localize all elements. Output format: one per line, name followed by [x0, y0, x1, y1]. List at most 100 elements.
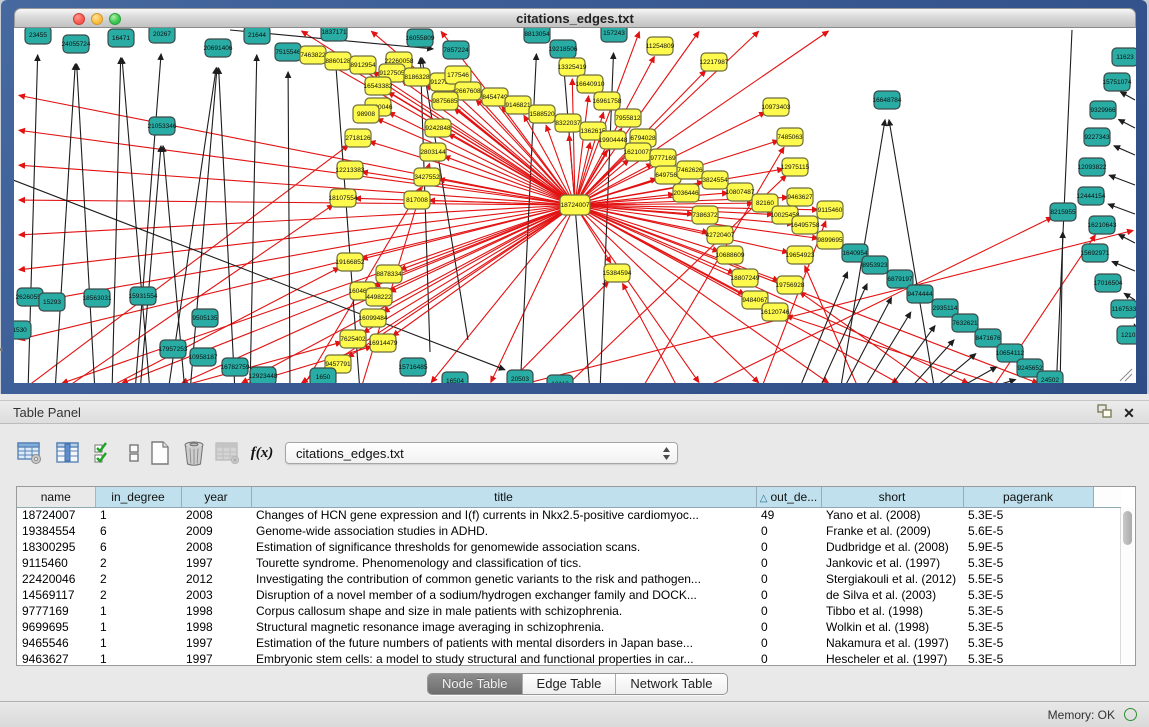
graph-node[interactable]: 3427552	[414, 168, 440, 186]
graph-edge[interactable]	[55, 64, 75, 383]
graph-edge[interactable]	[19, 130, 575, 205]
graph-node[interactable]: 19218506	[549, 40, 578, 58]
graph-edge[interactable]	[907, 340, 954, 383]
table-cell[interactable]: 2012	[181, 571, 251, 587]
graph-node[interactable]: 17016504	[1094, 274, 1123, 292]
panel-collapse-arrow[interactable]: ◂	[0, 344, 3, 355]
checklist-icon[interactable]	[90, 439, 118, 467]
table-selector-dropdown[interactable]: citations_edges.txt	[285, 442, 678, 464]
graph-edge[interactable]	[77, 64, 95, 383]
table-cell[interactable]: 2009	[181, 523, 251, 539]
graph-node[interactable]: 18807249	[731, 269, 760, 287]
table-cell[interactable]: 1997	[181, 651, 251, 667]
graph-edge[interactable]	[889, 120, 935, 383]
graph-node[interactable]: 2036446	[673, 184, 699, 202]
table-cell[interactable]: Stergiakouli et al. (2012)	[821, 571, 963, 587]
graph-node[interactable]: 16640910	[576, 75, 605, 93]
graph-node[interactable]: 12113	[547, 375, 573, 383]
memory-status-indicator[interactable]	[1124, 708, 1137, 721]
table-cell[interactable]: Genome-wide association studies in ADHD.	[251, 523, 756, 539]
table-cell[interactable]: 5.3E-5	[963, 635, 1093, 651]
graph-node[interactable]: 8322037	[555, 114, 581, 132]
graph-node[interactable]: 16543382	[364, 77, 393, 95]
graph-node[interactable]: 12975115	[781, 158, 810, 176]
table-cell[interactable]: Disruption of a novel member of a sodium…	[251, 587, 756, 603]
table-cell[interactable]: Tourette syndrome. Phenomenology and cla…	[251, 555, 756, 571]
graph-edge[interactable]	[19, 205, 575, 340]
table-row[interactable]: 946554611997Estimation of the future num…	[17, 635, 1121, 651]
graph-node[interactable]: 19654923	[786, 246, 815, 264]
column-header-year[interactable]: year	[181, 487, 251, 507]
graph-node[interactable]: 9899695	[817, 231, 843, 249]
table-cell[interactable]: 1997	[181, 635, 251, 651]
column-header-pagerank[interactable]: pagerank	[963, 487, 1093, 507]
tab-network-table[interactable]: Network Table	[616, 674, 726, 694]
graph-node[interactable]: 13325419	[558, 58, 587, 76]
table-scrollbar[interactable]	[1120, 508, 1134, 664]
table-cell[interactable]: Nakamura et al. (1997)	[821, 635, 963, 651]
rows-icon[interactable]	[120, 439, 148, 467]
network-view-canvas[interactable]: 2345524055724164712026720691406216447515…	[14, 28, 1136, 383]
table-cell[interactable]: de Silva et al. (2003)	[821, 587, 963, 603]
graph-node[interactable]: 98908	[353, 105, 379, 123]
table-cell[interactable]: Jankovic et al. (1997)	[821, 555, 963, 571]
graph-node[interactable]: 157243	[601, 28, 627, 42]
graph-node[interactable]: 18724007	[560, 195, 590, 215]
table-cell[interactable]: 49	[756, 507, 821, 523]
table-cell[interactable]: 5.3E-5	[963, 603, 1093, 619]
tab-node-table[interactable]: Node Table	[428, 674, 523, 694]
table-cell[interactable]: 9465546	[17, 635, 95, 651]
graph-edge[interactable]	[500, 282, 609, 383]
graph-node[interactable]: 17957253	[159, 340, 188, 358]
table-cell[interactable]: 22420046	[17, 571, 95, 587]
graph-edge[interactable]	[1119, 120, 1135, 128]
graph-node[interactable]: 16210072	[624, 143, 653, 161]
graph-node[interactable]: 1650	[310, 368, 336, 383]
table-cell[interactable]: Changes of HCN gene expression and I(f) …	[251, 507, 756, 523]
graph-node[interactable]: 20503	[507, 370, 533, 383]
table-cell[interactable]: 0	[756, 635, 821, 651]
graph-node[interactable]: 8860128	[325, 52, 351, 70]
graph-edge[interactable]	[952, 367, 997, 383]
table-cell[interactable]: Yano et al. (2008)	[821, 507, 963, 523]
table-cell[interactable]: 5.6E-5	[963, 523, 1093, 539]
column-header-title[interactable]: title	[251, 487, 756, 507]
graph-node[interactable]: 9875685	[432, 92, 458, 110]
table-row[interactable]: 977716911998Corpus callosum shape and si…	[17, 603, 1121, 619]
graph-node[interactable]: 7485063	[777, 128, 803, 146]
table-cell[interactable]: 5.5E-5	[963, 571, 1093, 587]
table-row[interactable]: 1872400712008Changes of HCN gene express…	[17, 507, 1121, 523]
table-cell[interactable]: 5.3E-5	[963, 507, 1093, 523]
graph-node[interactable]: 11530	[14, 321, 31, 339]
table-cell[interactable]: 5.3E-5	[963, 651, 1093, 667]
table-cell[interactable]: Estimation of the future numbers of pati…	[251, 635, 756, 651]
graph-edge[interactable]	[1120, 92, 1135, 100]
graph-node[interactable]: 16961758	[593, 92, 622, 110]
graph-node[interactable]: 7955812	[615, 109, 641, 127]
graph-node[interactable]: 7463822	[300, 46, 326, 64]
graph-node[interactable]: 21053346	[148, 117, 177, 135]
table-cell[interactable]: 2008	[181, 507, 251, 523]
graph-node[interactable]: 12103	[1117, 326, 1136, 344]
table-row[interactable]: 1456911722003Disruption of a novel membe…	[17, 587, 1121, 603]
graph-edge[interactable]	[390, 205, 575, 292]
graph-node[interactable]: 7857224	[443, 41, 469, 59]
graph-node[interactable]: 9329966	[1090, 101, 1116, 119]
graph-edge[interactable]	[1124, 293, 1135, 300]
graph-node[interactable]: 12093822	[1078, 158, 1107, 176]
graph-node[interactable]: 2803144	[420, 143, 446, 161]
graph-node[interactable]: 15293	[39, 293, 65, 311]
graph-node[interactable]: 19904448	[599, 131, 628, 149]
graph-edge[interactable]	[219, 68, 235, 383]
table-row[interactable]: 1938455462009Genome-wide association stu…	[17, 523, 1121, 539]
graph-node[interactable]: 2667608	[455, 82, 481, 100]
graph-node[interactable]: 24055724	[62, 35, 91, 53]
table-cell[interactable]: 9777169	[17, 603, 95, 619]
graph-node[interactable]: 9115460	[817, 201, 843, 219]
graph-edge[interactable]	[288, 72, 290, 383]
graph-edge[interactable]	[135, 54, 161, 383]
graph-node[interactable]: 24502	[1037, 371, 1063, 383]
table-cell[interactable]: 5.3E-5	[963, 555, 1093, 571]
table-cell[interactable]: Dudbridge et al. (2008)	[821, 539, 963, 555]
graph-node[interactable]: 9227343	[1084, 128, 1110, 146]
